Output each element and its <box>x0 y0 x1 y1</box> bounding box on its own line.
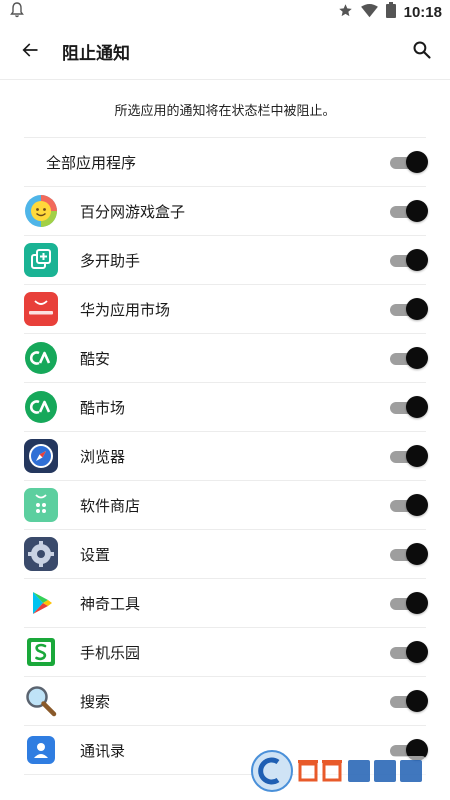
app-row-multi-open[interactable]: 多开助手 <box>24 236 428 285</box>
app-row-software-store[interactable]: 软件商店 <box>24 481 428 530</box>
app-bar: 阻止通知 <box>0 24 450 80</box>
app-row-huawei-market[interactable]: 华为应用市场 <box>24 285 428 334</box>
app-toggle[interactable] <box>390 592 428 614</box>
app-toggle[interactable] <box>390 641 428 663</box>
app-row-search[interactable]: 搜索 <box>24 677 428 726</box>
app-label: 搜索 <box>80 692 111 711</box>
coolmarket-icon <box>24 390 58 424</box>
app-toggle[interactable] <box>390 690 428 712</box>
search-icon <box>412 40 432 64</box>
app-toggle[interactable] <box>390 249 428 271</box>
app-row-mobile-park[interactable]: 手机乐园 <box>24 628 428 677</box>
back-button[interactable] <box>14 36 46 68</box>
huawei-appgallery-icon <box>24 292 58 326</box>
app-label: 手机乐园 <box>80 643 141 662</box>
app-toggle[interactable] <box>390 739 428 761</box>
game-box-icon <box>24 194 58 228</box>
star-icon <box>338 3 353 22</box>
all-apps-toggle[interactable] <box>390 151 428 173</box>
multi-open-icon <box>24 243 58 277</box>
contacts-icon <box>24 733 58 767</box>
app-label: 设置 <box>80 545 111 564</box>
all-apps-row[interactable]: 全部应用程序 <box>24 138 428 187</box>
mobile-park-icon <box>24 635 58 669</box>
app-label: 酷市场 <box>80 398 126 417</box>
app-toggle[interactable] <box>390 347 428 369</box>
app-label: 浏览器 <box>80 447 126 466</box>
app-label: 华为应用市场 <box>80 300 171 319</box>
notification-bell-icon <box>10 2 24 22</box>
page-title: 阻止通知 <box>62 44 130 64</box>
arrow-back-icon <box>20 40 40 64</box>
app-row-game-box[interactable]: 百分网游戏盒子 <box>24 187 428 236</box>
search-button[interactable] <box>406 36 438 68</box>
app-toggle[interactable] <box>390 396 428 418</box>
status-right: 10:18 <box>338 2 442 22</box>
app-row-magic-tools[interactable]: 神奇工具 <box>24 579 428 628</box>
description-text: 所选应用的通知将在状态栏中被阻止。 <box>24 80 426 138</box>
app-row-coolmarket[interactable]: 酷市场 <box>24 383 428 432</box>
app-label: 软件商店 <box>80 496 141 515</box>
app-label: 多开助手 <box>80 251 141 270</box>
all-apps-label: 全部应用程序 <box>46 153 137 172</box>
app-row-coolapk[interactable]: 酷安 <box>24 334 428 383</box>
browser-compass-icon <box>24 439 58 473</box>
app-toggle[interactable] <box>390 200 428 222</box>
app-toggle[interactable] <box>390 543 428 565</box>
settings-gear-icon <box>24 537 58 571</box>
app-toggle[interactable] <box>390 445 428 467</box>
app-row-contacts[interactable]: 通讯录 <box>24 726 428 775</box>
app-label: 百分网游戏盒子 <box>80 202 186 221</box>
app-toggle[interactable] <box>390 298 428 320</box>
magnifier-icon <box>24 684 58 718</box>
status-time: 10:18 <box>403 3 442 21</box>
app-row-settings[interactable]: 设置 <box>24 530 428 579</box>
app-label: 通讯录 <box>80 741 126 760</box>
coolapk-icon <box>24 341 58 375</box>
status-bar: 10:18 <box>0 0 450 24</box>
status-left <box>10 2 24 22</box>
app-row-browser[interactable]: 浏览器 <box>24 432 428 481</box>
battery-icon <box>385 2 396 22</box>
app-label: 神奇工具 <box>80 594 141 613</box>
app-toggle[interactable] <box>390 494 428 516</box>
software-store-icon <box>24 488 58 522</box>
wifi-icon <box>360 3 378 22</box>
play-triangle-icon <box>24 586 58 620</box>
app-label: 酷安 <box>80 349 111 368</box>
